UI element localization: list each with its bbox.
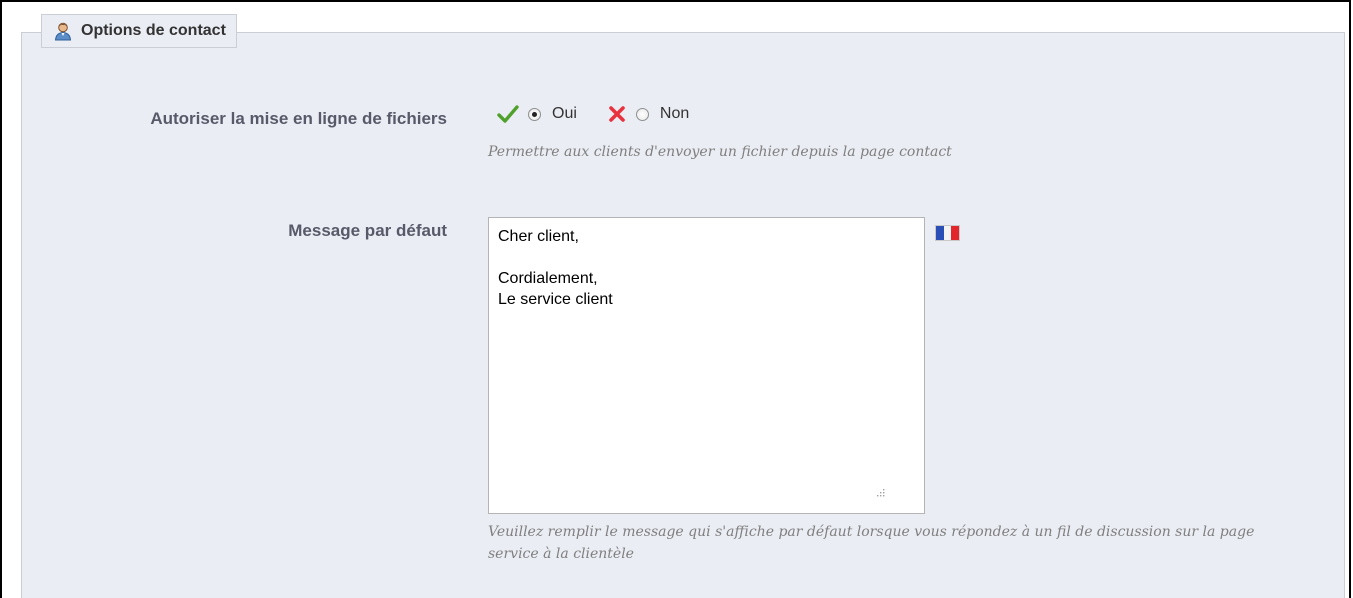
resize-grip-icon[interactable]	[873, 487, 887, 501]
upload-files-label: Autoriser la mise en ligne de fichiers	[150, 109, 447, 128]
section-legend: Options de contact	[41, 14, 237, 48]
user-icon	[53, 21, 73, 41]
check-icon	[497, 104, 519, 124]
section-title: Options de contact	[81, 22, 226, 39]
default-message-hint: Veuillez remplir le message qui s'affich…	[488, 524, 1255, 562]
upload-yes-label[interactable]: Oui	[552, 105, 577, 123]
upload-yes-radio[interactable]	[528, 107, 541, 121]
upload-radio-group: Oui Non	[497, 101, 689, 127]
upload-files-hint: Permettre aux clients d'envoyer un fichi…	[488, 144, 952, 160]
default-message-textarea[interactable]	[488, 217, 925, 514]
upload-no-radio[interactable]	[635, 107, 649, 121]
cross-icon	[607, 104, 627, 124]
default-message-label: Message par défaut	[288, 221, 447, 240]
flag-fr-icon[interactable]	[935, 225, 960, 241]
upload-no-label[interactable]: Non	[660, 105, 689, 123]
